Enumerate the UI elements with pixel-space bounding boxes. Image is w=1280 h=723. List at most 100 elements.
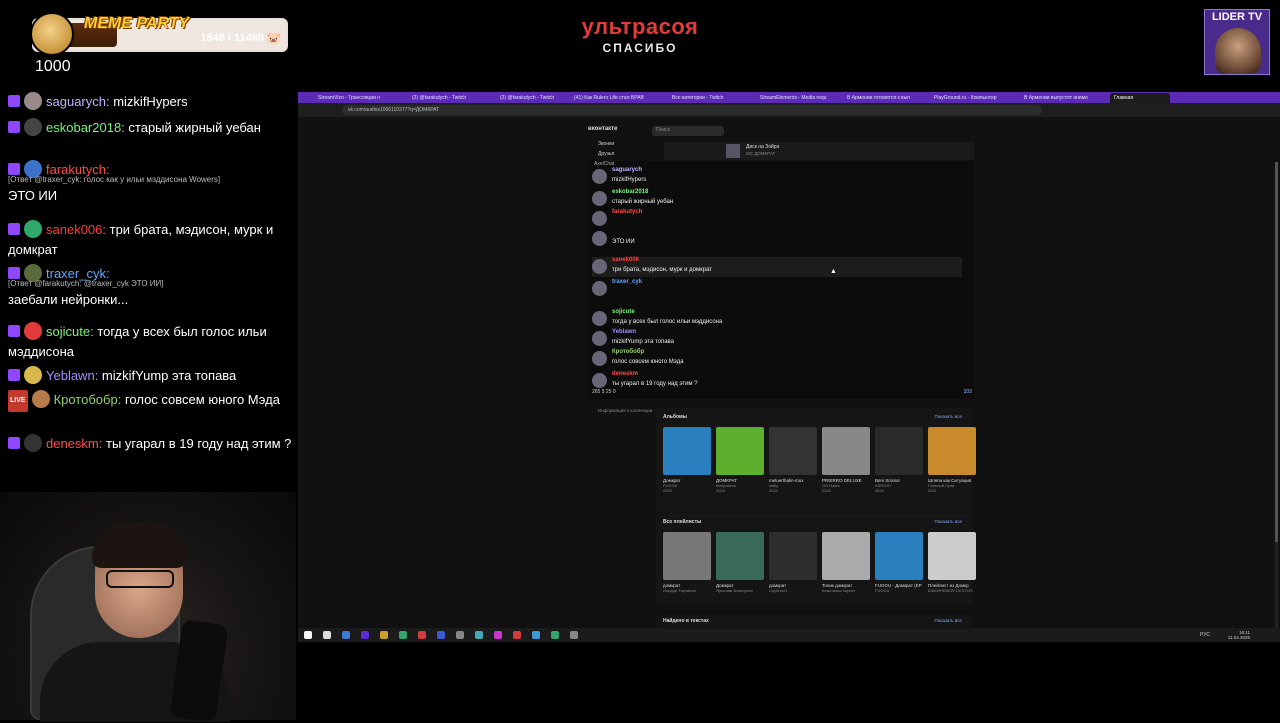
taskbar-app-icon[interactable] (361, 631, 369, 639)
browser-tab-bar: StreamVizo - Трансляции н (2) @farakutych… (298, 92, 1280, 103)
browser-tab[interactable]: (2) @farakutych - Twitch (408, 93, 490, 103)
chat-username[interactable]: deneskm (46, 436, 99, 451)
chat-avatar[interactable] (24, 434, 42, 452)
browser-tab[interactable]: В Армении готовится к вып (843, 93, 925, 103)
chat-avatar[interactable] (24, 220, 42, 238)
card-subtitle: БЖЕЙНЕВЕЙ/ DCSYOS (928, 588, 973, 593)
axel-chat-message: saguarych mizkifHypers (592, 167, 962, 187)
chat-text: ЭТО ИИ (8, 188, 58, 203)
taskbar-app-icon[interactable] (342, 631, 350, 639)
axel-chat-username: Кротобобр (612, 349, 645, 355)
album-card[interactable]: Домкрат FUGGU 2022 (663, 427, 711, 493)
browser-tab[interactable]: Главная (1110, 93, 1170, 103)
chat-avatar[interactable] (24, 366, 42, 384)
playlist-card[interactable]: Домкрат Ярослав Зинатулин (716, 532, 764, 593)
axel-chat-username: sojicute (612, 309, 635, 315)
browser-tab[interactable]: StreamElements - Media requ (756, 93, 838, 103)
album-card[interactable]: Шляпа как Ситуация Главный Луна 2021 (928, 427, 976, 493)
album-card[interactable]: PRIERRO DELUXE OG Hates 2022 (822, 427, 870, 493)
chat-text: ты угарал в 19 году над этим ? (105, 436, 292, 451)
chat-avatar[interactable] (24, 92, 42, 110)
chat-username[interactable]: Yeblawn (46, 368, 95, 383)
axel-chat-username: saguarych (612, 167, 643, 173)
taskbar-app-icon[interactable] (570, 631, 578, 639)
page-scrollbar[interactable] (1275, 162, 1278, 632)
axel-chat-message: sojicute тогда у всех был голос ильи мэдд… (592, 309, 962, 329)
url-input[interactable]: vk.com/audios1006110377?q=ДОМКРАТ (342, 105, 1042, 115)
cover-image (663, 427, 711, 475)
collection-info[interactable]: Информация о коллекции (598, 408, 652, 413)
cover-image (716, 427, 764, 475)
axel-chat-avatar (592, 259, 607, 274)
chat-username[interactable]: eskobar2018 (46, 120, 121, 135)
vk-search-input[interactable]: Поиск (652, 126, 724, 136)
cover-image (769, 427, 817, 475)
playlist-card[interactable]: домкрат Ильдар Тарханов (663, 532, 711, 593)
chat-colon: : (102, 222, 110, 237)
browser-tab[interactable]: StreamVizo - Трансляции н (314, 93, 396, 103)
album-card[interactable]: meluerthalin-mux saitly 2024 (769, 427, 817, 493)
taskbar-app-icon[interactable] (418, 631, 426, 639)
chat-username[interactable]: sojicute (46, 324, 90, 339)
twitch-icon (8, 223, 20, 235)
axel-chat-text: голос совсем юного Мэда (612, 359, 684, 365)
browser-tab[interactable]: В Армении выпустят анимо (1020, 93, 1102, 103)
card-year: 2024 (875, 488, 884, 493)
taskbar-app-icon[interactable] (399, 631, 407, 639)
playlist-card[interactable]: Плейлист из Домкр БЖЕЙНЕВЕЙ/ DCSYOS (928, 532, 976, 593)
cover-image (928, 532, 976, 580)
taskbar-clock[interactable]: 16:11 11.04.2025 (1228, 630, 1250, 640)
vk-menu-calls[interactable]: Звонки (598, 139, 614, 149)
browser-address-bar: vk.com/audios1006110377?q=ДОМКРАТ (298, 103, 1280, 117)
axel-chat-text: mizkifYump эта топава (612, 339, 675, 345)
taskbar-app-icon[interactable] (475, 631, 483, 639)
chat-avatar[interactable] (24, 322, 42, 340)
taskbar-app-icon[interactable] (532, 631, 540, 639)
taskbar-app-icon[interactable] (380, 631, 388, 639)
album-card[interactable]: Beni Scissor KSROSY 2024 (875, 427, 923, 493)
taskbar-language[interactable]: РУС (1200, 632, 1210, 638)
taskbar-app-icon[interactable] (437, 631, 445, 639)
found-show-all[interactable]: Показать все (935, 618, 962, 623)
axel-chat-avatar (592, 311, 607, 326)
chat-username[interactable]: sanek006 (46, 222, 102, 237)
taskbar-app-icon[interactable] (513, 631, 521, 639)
albums-show-all[interactable]: Показать все (935, 414, 962, 419)
taskbar-app-icon[interactable] (304, 631, 312, 639)
chat-reply-context: [Ответ @traxer_cyk: голос как у ильи мэд… (8, 175, 221, 184)
taskbar-app-icon[interactable] (551, 631, 559, 639)
browser-tab[interactable]: PlayGround.ru - Компьютер (930, 93, 1012, 103)
vk-logo[interactable]: вконтакте (588, 126, 617, 132)
twitch-icon (8, 369, 20, 381)
playlist-card[interactable]: FUGGU - Домкрат (ЕР FUGGU (875, 532, 923, 593)
playlist-card[interactable]: Толик домкрат Анастасия Кирсет (822, 532, 870, 593)
axel-chat-message: deneskm ты угарал в 19 году над этим ? (592, 371, 962, 391)
vk-menu-friends[interactable]: Друзья (598, 149, 614, 159)
browser-tab[interactable]: (41) Как Rulero Life стал БРАВ (570, 93, 652, 103)
screen-share: StreamVizo - Трансляции н (2) @farakutych… (298, 92, 1280, 642)
chat-avatar[interactable] (31, 390, 50, 408)
browser-tab[interactable]: Все категории - Twitch (668, 93, 750, 103)
chat-message: saguarych: mizkifHypers (8, 92, 293, 112)
player-artist: МС ДОМКРАТ (746, 151, 776, 156)
browser-tab[interactable]: (2) @farakutych - Twitch (496, 93, 578, 103)
taskbar-app-icon[interactable] (494, 631, 502, 639)
albums-title: Альбомы (663, 414, 687, 420)
player-track: Диск на Зойра (746, 144, 780, 150)
chat-avatar[interactable] (24, 118, 42, 136)
chat-text: mizkifHypers (113, 94, 188, 109)
taskbar-app-icon[interactable] (323, 631, 331, 639)
scrollbar-thumb[interactable] (1275, 162, 1278, 542)
vk-player: Диск на Зойра МС ДОМКРАТ (664, 142, 974, 160)
axel-chat-username: deneskm (612, 371, 639, 377)
axel-chat-text: тогда у всех был голос ильи мэддисона (612, 319, 723, 325)
streamer-glasses (106, 570, 174, 588)
chat-username[interactable]: saguarych (46, 94, 106, 109)
playlists-show-all[interactable]: Показать все (935, 519, 962, 524)
playlist-card[interactable]: домкрат Срубил21 (769, 532, 817, 593)
chat-username[interactable]: Кротобобр (54, 392, 118, 407)
cover-image (663, 532, 711, 580)
taskbar-app-icon[interactable] (456, 631, 464, 639)
axel-chat-viewers: 333 (963, 389, 972, 395)
album-card[interactable]: ДОМКРАТ thefymeron 2024 (716, 427, 764, 493)
